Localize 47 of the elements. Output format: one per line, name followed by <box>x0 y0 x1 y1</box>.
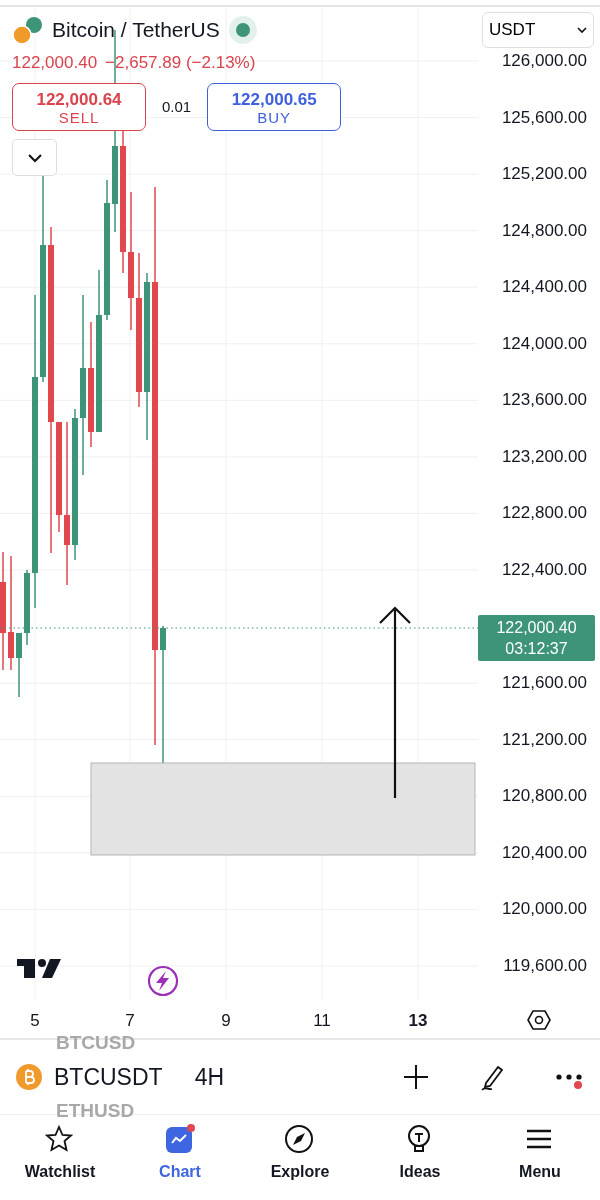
price-label: 124,000.00 <box>501 333 587 354</box>
chart-icon <box>164 1124 196 1156</box>
price-label: 122,800.00 <box>501 503 587 524</box>
tab-button[interactable]: Menu <box>480 1123 600 1185</box>
price-label: 120,800.00 <box>501 786 587 807</box>
price-label: 121,200.00 <box>501 729 587 750</box>
caret-icon <box>577 26 587 34</box>
lightning-icon[interactable] <box>147 965 179 997</box>
bitcoin-icon <box>16 1064 42 1090</box>
price-label: 125,200.00 <box>501 164 587 185</box>
price-label: 126,000.00 <box>501 51 587 71</box>
candlestick <box>16 632 22 698</box>
price-label: 124,800.00 <box>501 220 587 241</box>
symbol-button[interactable]: BTCUSDT <box>54 1059 163 1095</box>
interval-button[interactable]: 4H <box>194 1059 225 1095</box>
tab-button[interactable]: Chart <box>120 1123 240 1185</box>
spread-value: 0.01 <box>161 96 193 117</box>
price-label: 121,600.00 <box>501 673 587 694</box>
date-label: 5 <box>30 1010 40 1032</box>
current-price-tag: 122,000.40 03:12:37 <box>478 615 595 661</box>
date-label: 7 <box>125 1010 135 1032</box>
sell-button[interactable]: 122,000.64 SELL <box>12 83 146 131</box>
date-label: 11 <box>313 1010 331 1032</box>
price-label: 122,400.00 <box>501 560 587 581</box>
symbol-title: Bitcoin / TetherUS <box>52 17 220 43</box>
tab-button[interactable]: Explore <box>240 1123 360 1185</box>
settings-icon[interactable] <box>527 1009 551 1031</box>
price-label: 120,000.00 <box>501 899 587 920</box>
price-label: 120,400.00 <box>501 842 587 863</box>
last-price: 122,000.40 <box>12 51 98 74</box>
currency-dropdown[interactable]: USDT <box>482 12 594 48</box>
tab-button[interactable]: Ideas <box>360 1123 480 1185</box>
date-label: 13 <box>408 1010 428 1032</box>
compass-icon <box>284 1124 316 1156</box>
collapse-button[interactable] <box>12 139 57 176</box>
tab-button[interactable]: Watchlist <box>0 1123 120 1185</box>
buy-button[interactable]: 122,000.65 BUY <box>207 83 342 131</box>
chevron-down-icon <box>26 152 43 163</box>
price-label: 123,200.00 <box>501 446 587 467</box>
plus-icon[interactable] <box>402 1063 430 1091</box>
price-label: 124,400.00 <box>501 277 587 298</box>
price-label: 125,600.00 <box>501 107 587 128</box>
price-label: 123,600.00 <box>501 390 587 411</box>
logo-icon <box>17 959 61 978</box>
date-label: 9 <box>221 1010 231 1032</box>
coin-pair-icon <box>12 14 44 45</box>
price-label: 119,600.00 <box>503 955 587 976</box>
